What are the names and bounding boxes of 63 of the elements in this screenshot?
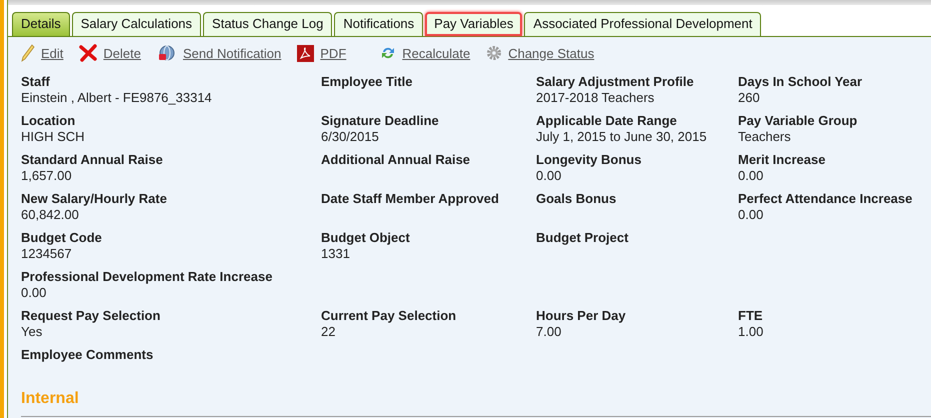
field-label: Budget Project xyxy=(536,230,630,246)
gear-icon xyxy=(486,45,502,61)
field-value: Einstein , Albert - FE9876_33314 xyxy=(21,90,213,105)
field-label: Perfect Attendance Increase xyxy=(738,191,914,207)
delete-link[interactable]: Delete xyxy=(79,44,141,62)
field-value: 1234567 xyxy=(21,246,73,261)
field-value: 0.00 xyxy=(536,168,562,183)
status-link[interactable]: Change Status xyxy=(486,45,594,61)
field-label: New Salary/Hourly Rate xyxy=(21,191,168,207)
field-label: Professional Development Rate Increase xyxy=(21,269,274,285)
field-label: Longevity Bonus xyxy=(536,152,642,168)
field-label: Budget Object xyxy=(321,230,411,246)
field-value: 1331 xyxy=(321,246,351,261)
field-label: Salary Adjustment Profile xyxy=(536,74,695,90)
field-value: HIGH SCH xyxy=(21,129,86,144)
field-label: Days In School Year xyxy=(738,74,864,90)
field-label: Location xyxy=(21,113,76,129)
section-heading: Internal xyxy=(21,390,80,408)
tab[interactable]: Status Change Log xyxy=(203,12,332,36)
field-label: Goals Bonus xyxy=(536,191,618,207)
tab[interactable]: Associated Professional Development xyxy=(524,12,762,36)
field-value: 1.00 xyxy=(738,324,764,339)
notify-link[interactable]: Send Notification xyxy=(156,44,282,62)
pdf-icon xyxy=(297,44,314,62)
pdf-link[interactable]: PDF xyxy=(297,44,346,62)
field-value: Yes xyxy=(21,324,44,339)
recalculate-link[interactable]: Recalculate xyxy=(380,45,470,61)
refresh-icon xyxy=(380,45,396,61)
field-label: Request Pay Selection xyxy=(21,308,162,324)
field-value: 0.00 xyxy=(21,285,48,300)
delete-icon xyxy=(79,44,98,62)
field-label: Signature Deadline xyxy=(321,113,440,129)
field-label: Hours Per Day xyxy=(536,308,627,324)
tab[interactable]: Salary Calculations xyxy=(72,12,202,36)
field-label: Staff xyxy=(21,74,51,90)
field-label: Employee Title xyxy=(321,74,414,90)
globe-icon xyxy=(156,44,177,62)
field-label: Applicable Date Range xyxy=(536,113,678,129)
edit-link[interactable]: Edit xyxy=(21,44,64,62)
field-value: 22 xyxy=(321,324,336,339)
field-label: Employee Comments xyxy=(21,347,154,363)
field-value: 1,657.00 xyxy=(21,168,73,183)
field-label: Current Pay Selection xyxy=(321,308,458,324)
field-label: Pay Variable Group xyxy=(738,113,858,129)
field-label: Additional Annual Raise xyxy=(321,152,472,168)
field-label: Date Staff Member Approved xyxy=(321,191,500,207)
tab[interactable]: Notifications xyxy=(334,12,424,36)
field-label: Budget Code xyxy=(21,230,103,246)
field-value: 6/30/2015 xyxy=(321,129,380,144)
field-value: 7.00 xyxy=(536,324,562,339)
field-value: Teachers xyxy=(738,129,792,144)
field-value: 260 xyxy=(738,90,761,105)
field-label: FTE xyxy=(738,308,764,324)
field-value: 0.00 xyxy=(738,207,764,222)
tab[interactable]: Pay Variables xyxy=(425,12,522,36)
pencil-icon xyxy=(21,44,35,62)
field-value: 2017-2018 Teachers xyxy=(536,90,656,105)
field-value: 60,842.00 xyxy=(21,207,80,222)
tab[interactable]: Details xyxy=(12,12,70,36)
field-label: Standard Annual Raise xyxy=(21,152,164,168)
field-value: July 1, 2015 to June 30, 2015 xyxy=(536,129,708,144)
field-label: Merit Increase xyxy=(738,152,826,168)
field-value: 0.00 xyxy=(738,168,764,183)
